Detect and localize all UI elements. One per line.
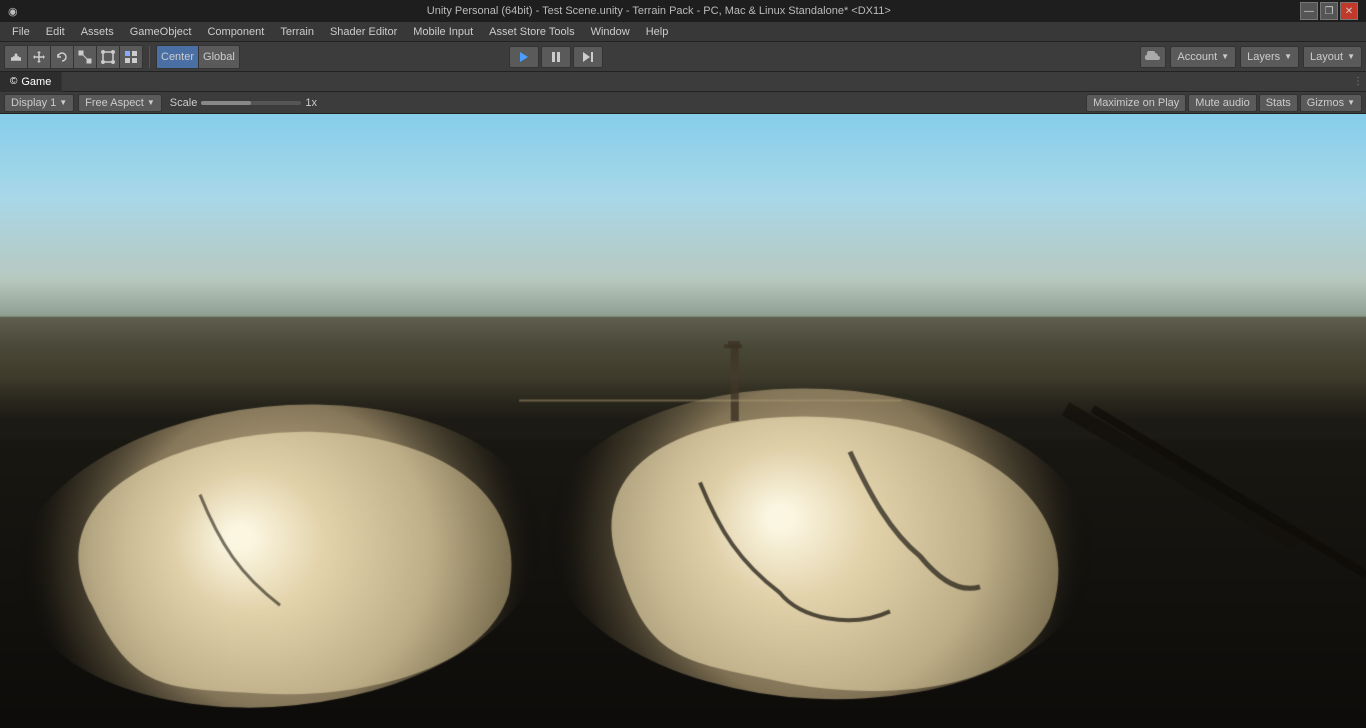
menu-assets[interactable]: Assets	[73, 22, 122, 42]
gizmos-button[interactable]: Gizmos ▼	[1300, 94, 1362, 112]
rect-tool-button[interactable]	[97, 46, 120, 68]
separator-1	[149, 46, 150, 68]
account-dropdown[interactable]: Account ▼	[1170, 46, 1236, 68]
menu-asset-store-tools[interactable]: Asset Store Tools	[481, 22, 582, 42]
aspect-label: Free Aspect	[85, 97, 144, 109]
game-tab-icon: ©	[10, 76, 17, 87]
rect-icon	[101, 50, 115, 64]
menu-window[interactable]: Window	[583, 22, 638, 42]
pivot-group: Center Global	[156, 45, 240, 69]
display-label: Display 1	[11, 97, 56, 109]
pause-button[interactable]	[541, 46, 571, 68]
transform-all-icon	[124, 50, 138, 64]
title-bar: ◉ Unity Personal (64bit) - Test Scene.un…	[0, 0, 1366, 22]
menu-mobile-input[interactable]: Mobile Input	[405, 22, 481, 42]
layout-label: Layout	[1310, 51, 1343, 63]
gizmos-label: Gizmos	[1307, 97, 1344, 109]
hand-icon	[9, 50, 23, 64]
step-icon	[582, 51, 594, 63]
aspect-arrow: ▼	[147, 98, 155, 107]
app-logo: ◉	[8, 5, 18, 18]
pause-icon	[550, 51, 562, 63]
hand-tool-button[interactable]	[5, 46, 28, 68]
layout-dropdown[interactable]: Layout ▼	[1303, 46, 1362, 68]
aspect-selector[interactable]: Free Aspect ▼	[78, 94, 162, 112]
game-tab[interactable]: © Game	[0, 72, 62, 92]
menu-file[interactable]: File	[4, 22, 38, 42]
play-controls	[509, 46, 603, 68]
game-viewport	[0, 114, 1366, 728]
scale-area: Scale 1x	[170, 97, 317, 109]
stats-button[interactable]: Stats	[1259, 94, 1298, 112]
move-tool-button[interactable]	[28, 46, 51, 68]
maximize-on-play-button[interactable]: Maximize on Play	[1086, 94, 1186, 112]
rotate-tool-button[interactable]	[51, 46, 74, 68]
menu-help[interactable]: Help	[638, 22, 677, 42]
window-title: Unity Personal (64bit) - Test Scene.unit…	[18, 5, 1300, 17]
play-button[interactable]	[509, 46, 539, 68]
menu-edit[interactable]: Edit	[38, 22, 73, 42]
scale-icon	[78, 50, 92, 64]
minimize-button[interactable]: —	[1300, 2, 1318, 20]
right-toolbar: Account ▼ Layers ▼ Layout ▼	[1140, 46, 1362, 68]
scale-value: 1x	[305, 97, 317, 109]
account-dropdown-arrow: ▼	[1221, 52, 1229, 61]
close-button[interactable]: ✕	[1340, 2, 1358, 20]
layers-dropdown-arrow: ▼	[1284, 52, 1292, 61]
game-toolbar: Display 1 ▼ Free Aspect ▼ Scale 1x Maxim…	[0, 92, 1366, 114]
game-canvas	[0, 114, 1366, 728]
cloud-button[interactable]	[1140, 46, 1166, 68]
scale-tool-button[interactable]	[74, 46, 97, 68]
step-button[interactable]	[573, 46, 603, 68]
layout-dropdown-arrow: ▼	[1347, 52, 1355, 61]
maximize-button[interactable]: ❐	[1320, 2, 1338, 20]
scale-text: Scale	[170, 97, 198, 109]
main-toolbar: Center Global A	[0, 42, 1366, 72]
menu-terrain[interactable]: Terrain	[272, 22, 322, 42]
center-button[interactable]: Center	[157, 46, 199, 68]
scale-slider[interactable]	[201, 101, 301, 105]
account-label: Account	[1177, 51, 1217, 63]
gizmos-arrow: ▼	[1347, 98, 1355, 107]
panel-resize-handle[interactable]: ⋮	[1350, 74, 1366, 90]
unity-icon: ◉	[8, 5, 18, 18]
display-selector[interactable]: Display 1 ▼	[4, 94, 74, 112]
global-button[interactable]: Global	[199, 46, 239, 68]
mute-audio-button[interactable]: Mute audio	[1188, 94, 1256, 112]
transform-all-button[interactable]	[120, 46, 142, 68]
panel-header: © Game ⋮	[0, 72, 1366, 92]
rotate-icon	[55, 50, 69, 64]
menu-shader-editor[interactable]: Shader Editor	[322, 22, 405, 42]
layers-dropdown[interactable]: Layers ▼	[1240, 46, 1299, 68]
layers-label: Layers	[1247, 51, 1280, 63]
display-arrow: ▼	[59, 98, 67, 107]
game-tab-label: Game	[21, 76, 51, 88]
transform-tools	[4, 45, 143, 69]
menu-bar: File Edit Assets GameObject Component Te…	[0, 22, 1366, 42]
scale-slider-fill	[201, 101, 251, 105]
cloud-icon	[1145, 51, 1161, 63]
play-icon	[518, 51, 530, 63]
window-controls[interactable]: — ❐ ✕	[1300, 2, 1358, 20]
move-icon	[32, 50, 46, 64]
menu-gameobject[interactable]: GameObject	[122, 22, 200, 42]
game-toolbar-right: Maximize on Play Mute audio Stats Gizmos…	[1086, 94, 1362, 112]
menu-component[interactable]: Component	[199, 22, 272, 42]
